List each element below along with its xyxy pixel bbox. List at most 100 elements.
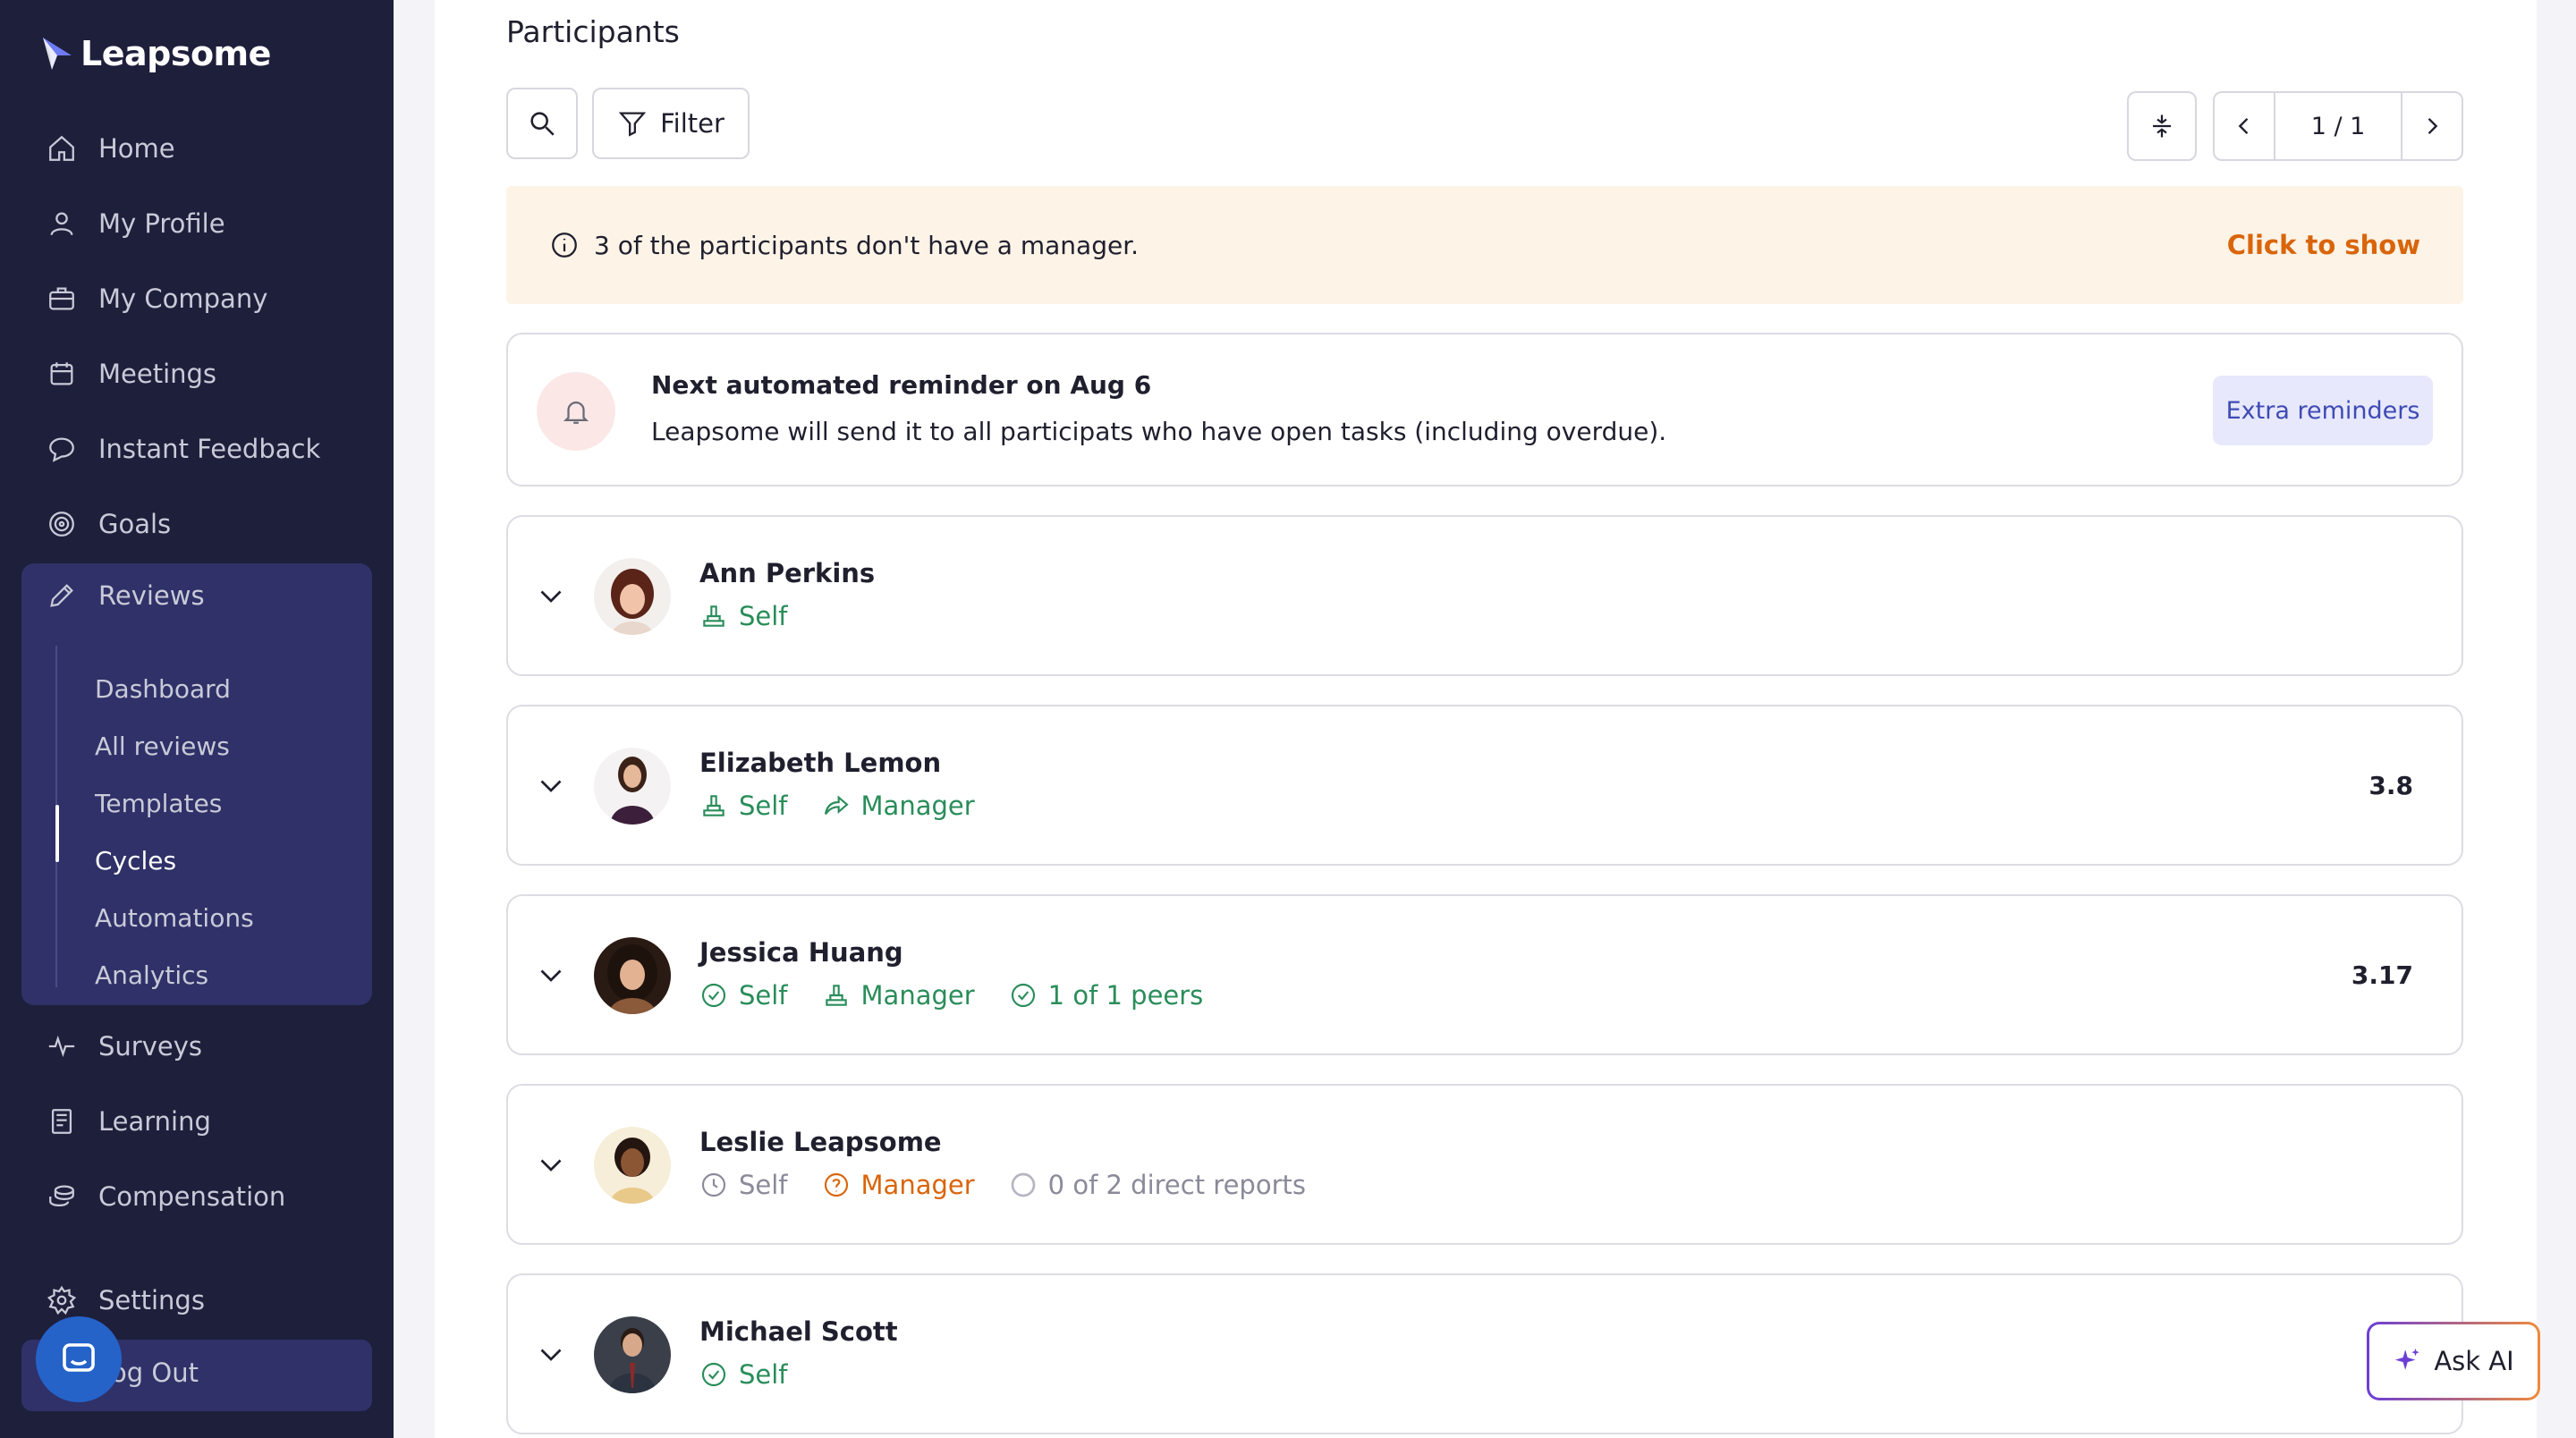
pulse-icon [48, 1035, 75, 1058]
participant-score: 3.17 [2351, 960, 2413, 990]
sidebar-item-instant-feedback[interactable]: Instant Feedback [21, 417, 372, 481]
participant-score: 3.8 [2368, 771, 2413, 800]
sidebar-item-my-company[interactable]: My Company [21, 266, 372, 331]
ask-ai-label: Ask AI [2434, 1346, 2514, 1376]
user-icon [50, 212, 73, 236]
empty-circle-icon [1011, 1172, 1035, 1197]
chat-bubble-icon [63, 1343, 95, 1372]
sidebar-item-label: My Company [98, 283, 268, 314]
sidebar-item-home[interactable]: Home [21, 116, 372, 181]
sidebar: Leapsome Home My Profile My Company Meet… [0, 0, 394, 1438]
sidebar-group-reviews: Reviews Dashboard All reviews Templates … [21, 563, 372, 1005]
sidebar-item-reviews[interactable]: Reviews [21, 563, 372, 628]
filter-button[interactable]: Filter [592, 88, 750, 159]
avatar [594, 1316, 671, 1393]
sidebar-item-meetings[interactable]: Meetings [21, 342, 372, 406]
share-icon [824, 795, 849, 815]
calendar-icon [50, 362, 73, 385]
sidebar-item-learning[interactable]: Learning [21, 1089, 372, 1154]
participant-name: Elizabeth Lemon [699, 748, 942, 778]
sparkle-icon [2395, 1348, 2420, 1370]
bell-icon [563, 401, 589, 424]
expand-vertical-icon [2153, 114, 2171, 138]
participant-steps: Self Manager 0 of 2 direct reports [699, 1170, 1306, 1200]
filter-label: Filter [660, 108, 724, 139]
missing-manager-notice: 3 of the participants don't have a manag… [506, 186, 2463, 304]
target-icon [49, 512, 74, 537]
pencil-icon [50, 584, 73, 607]
participant-name: Ann Perkins [699, 558, 876, 588]
book-icon [51, 1109, 72, 1134]
sidebar-item-surveys[interactable]: Surveys [21, 1014, 372, 1078]
support-chat-button[interactable] [36, 1316, 122, 1402]
participant-steps: Self [699, 601, 788, 631]
chevron-down-icon[interactable] [535, 579, 567, 612]
participant-row[interactable]: Elizabeth Lemon Self Manager 3.8 [506, 705, 2463, 866]
step-manager[interactable]: Manager [822, 1170, 975, 1200]
hand-icon [825, 985, 847, 1006]
participant-row[interactable]: Ann Perkins Self [506, 515, 2463, 676]
search-button[interactable] [506, 88, 578, 159]
sidebar-item-label: Settings [98, 1285, 205, 1315]
hand-icon [703, 605, 724, 627]
participant-row[interactable]: Leslie Leapsome Self Manager 0 of 2 dire… [506, 1084, 2463, 1245]
pager: 1 / 1 [2213, 91, 2463, 161]
reminder-title: Next automated reminder on Aug 6 [651, 370, 1152, 400]
leapsome-logo[interactable]: Leapsome [39, 29, 271, 79]
participant-name: Leslie Leapsome [699, 1127, 942, 1157]
participant-row[interactable]: Jessica Huang Self Manager 1 of 1 peers … [506, 894, 2463, 1055]
check-circle-icon [701, 983, 726, 1008]
step-self[interactable]: Self [699, 791, 788, 821]
step-self[interactable]: Self [699, 1359, 788, 1390]
next-page-button[interactable] [2401, 93, 2462, 159]
step-self[interactable]: Self [699, 1170, 788, 1200]
chevron-down-icon[interactable] [535, 769, 567, 801]
step-peers[interactable]: 1 of 1 peers [1009, 980, 1203, 1011]
sidebar-item-my-profile[interactable]: My Profile [21, 191, 372, 256]
step-self[interactable]: Self [699, 980, 788, 1011]
extra-reminders-button[interactable]: Extra reminders [2213, 376, 2433, 445]
step-direct-reports[interactable]: 0 of 2 direct reports [1009, 1170, 1306, 1200]
avatar [594, 937, 671, 1014]
subnav-analytics[interactable]: Analytics [95, 950, 208, 1000]
sidebar-item-label: Goals [98, 509, 172, 539]
sidebar-item-label: Instant Feedback [98, 434, 321, 464]
subnav-cycles[interactable]: Cycles [95, 835, 176, 885]
step-manager[interactable]: Manager [822, 980, 975, 1011]
page-title: Participants [506, 14, 680, 49]
sidebar-item-label: Surveys [98, 1031, 202, 1062]
ask-ai-button[interactable]: Ask AI [2367, 1322, 2540, 1400]
subnav-automations[interactable]: Automations [95, 892, 254, 943]
bell-badge [537, 372, 615, 451]
subnav-dashboard[interactable]: Dashboard [95, 664, 231, 714]
question-icon [824, 1172, 848, 1197]
sidebar-item-label: Reviews [98, 580, 205, 611]
participant-row[interactable]: Michael Scott Self [506, 1273, 2463, 1434]
participant-steps: Self Manager 1 of 1 peers [699, 980, 1203, 1011]
subnav-all-reviews[interactable]: All reviews [95, 721, 230, 771]
briefcase-icon [49, 287, 74, 310]
chevron-left-icon [2238, 118, 2249, 134]
logo-text: Leapsome [80, 34, 271, 73]
step-self[interactable]: Self [699, 601, 788, 631]
sidebar-item-label: og Out [111, 1358, 199, 1388]
coins-icon [49, 1185, 74, 1207]
sidebar-item-label: Compensation [98, 1181, 286, 1212]
step-manager[interactable]: Manager [822, 791, 975, 821]
check-circle-icon [1011, 983, 1035, 1008]
reminder-subtitle: Leapsome will send it to all participats… [651, 417, 1667, 446]
participant-name: Michael Scott [699, 1316, 898, 1347]
page-indicator: 1 / 1 [2310, 112, 2366, 140]
avatar [594, 748, 671, 825]
chevron-down-icon[interactable] [535, 959, 567, 991]
sidebar-item-compensation[interactable]: Compensation [21, 1164, 372, 1229]
click-to-show-link[interactable]: Click to show [2227, 230, 2420, 260]
gear-icon [47, 1285, 77, 1315]
expand-collapse-button[interactable] [2127, 91, 2197, 161]
chevron-down-icon[interactable] [535, 1148, 567, 1180]
notice-text: 3 of the participants don't have a manag… [594, 230, 1140, 260]
previous-page-button[interactable] [2215, 93, 2275, 159]
subnav-templates[interactable]: Templates [95, 778, 222, 828]
sidebar-item-goals[interactable]: Goals [21, 492, 372, 556]
chevron-down-icon[interactable] [535, 1338, 567, 1370]
